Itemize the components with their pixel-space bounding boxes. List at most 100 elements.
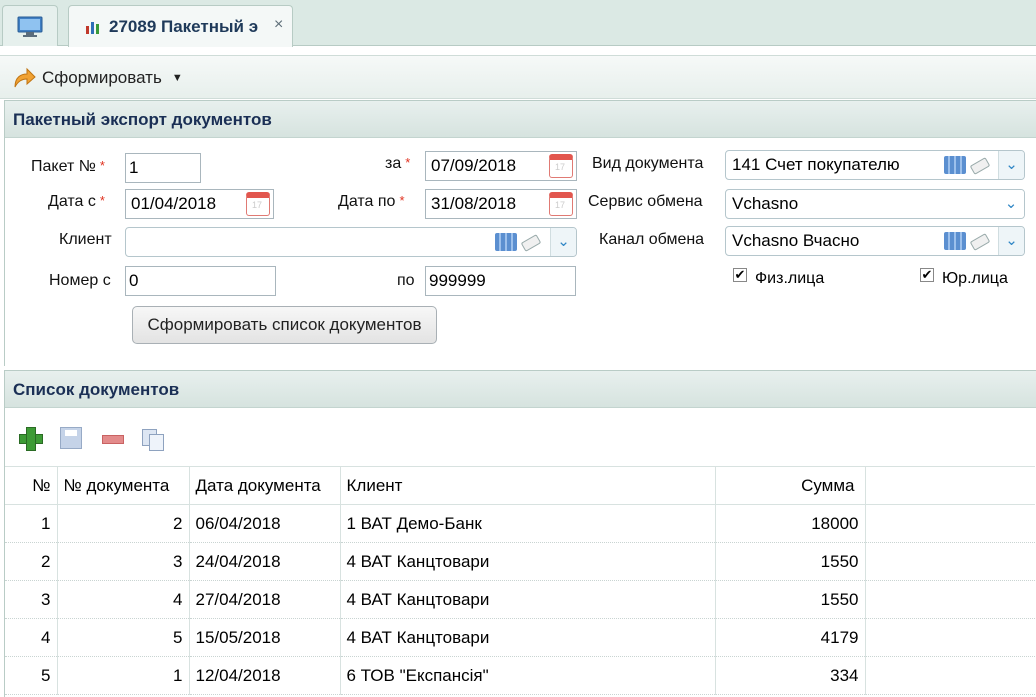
doc-number: 2 [57, 504, 190, 543]
close-icon[interactable]: × [274, 16, 283, 34]
table-row[interactable]: 3 4 27/04/2018 4 ВАТ Канцтовари 1550 [5, 580, 1035, 619]
doc-type-label: Вид документа [592, 155, 704, 172]
list-title: Список документов [5, 370, 1036, 408]
doc-type-combo[interactable]: 141 Счет покупателю ⌄ [725, 150, 1025, 180]
generate-label: Сформировать [42, 68, 162, 87]
build-document-list-button[interactable]: Сформировать список документов [132, 306, 437, 344]
directory-icon[interactable] [944, 156, 966, 174]
row-index: 4 [5, 618, 58, 657]
tab-desktop[interactable] [2, 5, 58, 46]
generate-button[interactable]: Сформировать ▼ [12, 65, 183, 91]
amount: 4179 [715, 618, 866, 657]
delete-icon[interactable] [102, 435, 124, 444]
eraser-icon[interactable] [969, 233, 991, 251]
tab-packet-export[interactable]: 27089 Пакетный э × [68, 5, 293, 47]
date-to-label: Дата по * [338, 193, 405, 210]
client: 4 ВАТ Канцтовари [340, 580, 716, 619]
date-to-field[interactable]: 31/08/2018 [425, 189, 577, 219]
report-chart-icon [86, 22, 99, 34]
client: 4 ВАТ Канцтовари [340, 618, 716, 657]
table-row[interactable]: 4 5 15/05/2018 4 ВАТ Канцтовари 4179 [5, 618, 1035, 657]
column-header-index[interactable]: № [5, 466, 58, 505]
row-filler [865, 504, 1035, 543]
list-toolbar [5, 410, 1035, 466]
client-label: Клиент [59, 231, 112, 248]
client: 4 ВАТ Канцтовари [340, 542, 716, 581]
row-index: 5 [5, 656, 58, 695]
tab-title: 27089 Пакетный э [109, 17, 259, 36]
doc-number: 3 [57, 542, 190, 581]
column-header-filler [865, 466, 1035, 505]
row-filler [865, 618, 1035, 657]
column-header-doc-date[interactable]: Дата документа [189, 466, 341, 505]
table-row[interactable]: 2 3 24/04/2018 4 ВАТ Канцтовари 1550 [5, 542, 1035, 581]
column-header-amount[interactable]: Сумма [715, 466, 866, 505]
main-toolbar: Сформировать ▼ [0, 55, 1036, 99]
checkbox-check-icon[interactable]: ✔ [920, 268, 934, 282]
chevron-down-icon[interactable]: ⌄ [550, 228, 576, 256]
legal-entities-checkbox[interactable]: ✔ Юр.лица [920, 268, 1008, 288]
exchange-service-label: Сервис обмена [588, 193, 703, 210]
directory-icon[interactable] [495, 233, 517, 251]
number-from-label: Номер с [49, 272, 111, 289]
za-date-field[interactable]: 07/09/2018 [425, 151, 577, 181]
number-to-label: по [397, 272, 415, 289]
amount: 1550 [715, 580, 866, 619]
client-combo[interactable]: ⌄ [125, 227, 577, 257]
doc-date: 15/05/2018 [189, 618, 341, 657]
amount: 1550 [715, 542, 866, 581]
row-filler [865, 580, 1035, 619]
chevron-down-icon[interactable]: ⌄ [998, 227, 1024, 255]
exchange-channel-label: Канал обмена [599, 231, 705, 248]
calendar-icon[interactable] [246, 192, 270, 216]
amount: 334 [715, 656, 866, 695]
packet-number-label: Пакет № * [31, 158, 105, 175]
column-header-doc-number[interactable]: № документа [57, 466, 190, 505]
number-from-input[interactable]: 0 [125, 266, 276, 296]
client: 1 ВАТ Демо-Банк [340, 504, 716, 543]
directory-icon[interactable] [944, 232, 966, 250]
calendar-icon[interactable] [549, 192, 573, 216]
documents-table: № № документа Дата документа Клиент Сумм… [5, 466, 1035, 695]
individuals-checkbox[interactable]: ✔ Физ.лица [733, 268, 824, 288]
copy-icon[interactable] [142, 427, 164, 451]
doc-date: 06/04/2018 [189, 504, 341, 543]
document-list-panel: Список документов № № документа Дата док… [4, 370, 1036, 697]
row-filler [865, 542, 1035, 581]
save-icon[interactable] [60, 427, 82, 449]
monitor-icon [17, 16, 43, 37]
checkbox-check-icon[interactable]: ✔ [733, 268, 747, 282]
form-title: Пакетный экспорт документов [5, 100, 1036, 138]
tab-strip: 27089 Пакетный э × [0, 0, 1036, 47]
table-row[interactable]: 1 2 06/04/2018 1 ВАТ Демо-Банк 18000 [5, 504, 1035, 543]
amount: 18000 [715, 504, 866, 543]
date-from-field[interactable]: 01/04/2018 [125, 189, 274, 219]
eraser-icon[interactable] [969, 157, 991, 175]
doc-date: 27/04/2018 [189, 580, 341, 619]
doc-date: 24/04/2018 [189, 542, 341, 581]
exchange-channel-combo[interactable]: Vchasno Вчасно ⌄ [725, 226, 1025, 256]
number-to-input[interactable]: 999999 [425, 266, 576, 296]
doc-number: 4 [57, 580, 190, 619]
za-label: за * [385, 155, 411, 172]
calendar-icon[interactable] [549, 154, 573, 178]
row-index: 1 [5, 504, 58, 543]
table-header-row: № № документа Дата документа Клиент Сумм… [5, 466, 1035, 505]
column-header-client[interactable]: Клиент [340, 466, 716, 505]
doc-date: 12/04/2018 [189, 656, 341, 695]
chevron-down-icon[interactable]: ⌄ [998, 190, 1024, 218]
table-row[interactable]: 5 1 12/04/2018 6 ТОВ "Експансія" 334 [5, 656, 1035, 695]
date-from-label: Дата с * [48, 193, 105, 210]
chevron-down-icon[interactable]: ⌄ [998, 151, 1024, 179]
row-filler [865, 656, 1035, 695]
doc-number: 5 [57, 618, 190, 657]
row-index: 3 [5, 580, 58, 619]
eraser-icon[interactable] [520, 234, 542, 252]
arrow-icon [14, 67, 36, 88]
chevron-down-icon[interactable]: ▼ [172, 72, 183, 84]
add-icon[interactable] [19, 427, 43, 451]
exchange-service-combo[interactable]: Vchasno ⌄ [725, 189, 1025, 219]
client: 6 ТОВ "Експансія" [340, 656, 716, 695]
packet-number-input[interactable]: 1 [125, 153, 201, 183]
row-index: 2 [5, 542, 58, 581]
